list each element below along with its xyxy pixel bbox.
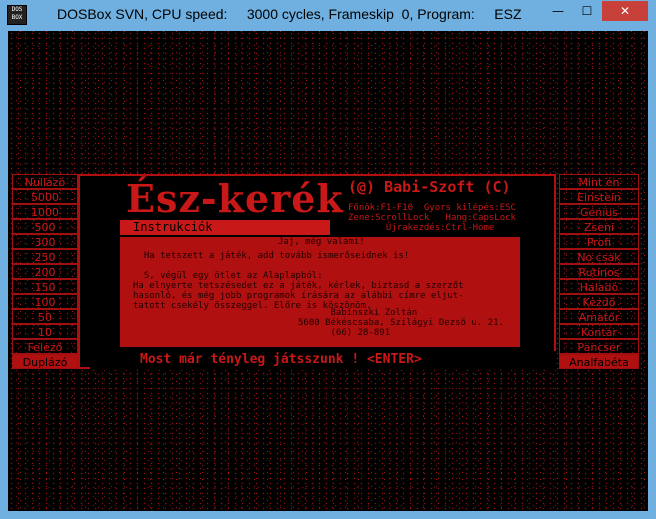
score-cell: 1000 [12,204,78,219]
rank-cell: Kontár [559,324,639,339]
score-cell: 200 [12,264,78,279]
rank-cell: Genius [559,204,639,219]
rank-cell: Amatőr [559,309,639,324]
window-title: DOSBox SVN, CPU speed: 3000 cycles, Fram… [57,6,522,22]
minimize-button[interactable]: — [544,1,572,21]
score-cell: 250 [12,249,78,264]
dos-screen[interactable]: Nullázó 5000 1000 500 300 250 200 150 10… [8,31,648,511]
message-heading: Jaj, még valami! [278,237,365,247]
score-cell: 10 [12,324,78,339]
rank-column: Mint én Einstein Genius Zseni Profi No c… [559,174,639,369]
game-title: Ész-kerék [126,176,344,221]
rank-cell: Rutinos [559,264,639,279]
score-column: Nullázó 5000 1000 500 300 250 200 150 10… [12,174,78,369]
rank-cell: Einstein [559,189,639,204]
title-bar[interactable]: DOS BOX DOSBox SVN, CPU speed: 3000 cycl… [0,0,656,30]
rank-cell: Profi [559,234,639,249]
rank-cell: Analfabéta [559,354,639,369]
score-cell: 50 [12,309,78,324]
close-button[interactable]: ✕ [602,1,648,21]
rank-cell: No csak [559,249,639,264]
rank-cell: Pancser [559,339,639,354]
maximize-button[interactable]: ☐ [573,1,601,21]
rank-cell: Kezdő [559,294,639,309]
score-cell: 5000 [12,189,78,204]
score-cell: Nullázó [12,174,78,189]
message-text: Ha tetszett a játék, add tovább ismerőse… [133,251,464,311]
score-cell: 150 [12,279,78,294]
score-cell: 100 [12,294,78,309]
score-cell: Felező [12,339,78,354]
continue-prompt[interactable]: Most már tényleg játsszunk ! <ENTER> [140,351,422,369]
score-cell: Duplázó [12,354,78,369]
dosbox-icon[interactable]: DOS BOX [7,5,27,25]
key-help: Főnök:F1-F10 Gyors kilépés:ESC Zene:Scro… [348,203,516,233]
rank-cell: Haladó [559,279,639,294]
rank-cell: Mint én [559,174,639,189]
score-cell: 300 [12,234,78,249]
tab-instructions: Instrukciók [133,220,213,234]
score-cell: 500 [12,219,78,234]
copyright-label: (@) Babi-Szoft (C) [348,178,511,196]
dosbox-window: DOS BOX DOSBox SVN, CPU speed: 3000 cycl… [0,0,656,519]
rank-cell: Zseni [559,219,639,234]
message-signature: Babinszki Zoltán 5600 Békéscsaba, Szilág… [298,308,504,338]
